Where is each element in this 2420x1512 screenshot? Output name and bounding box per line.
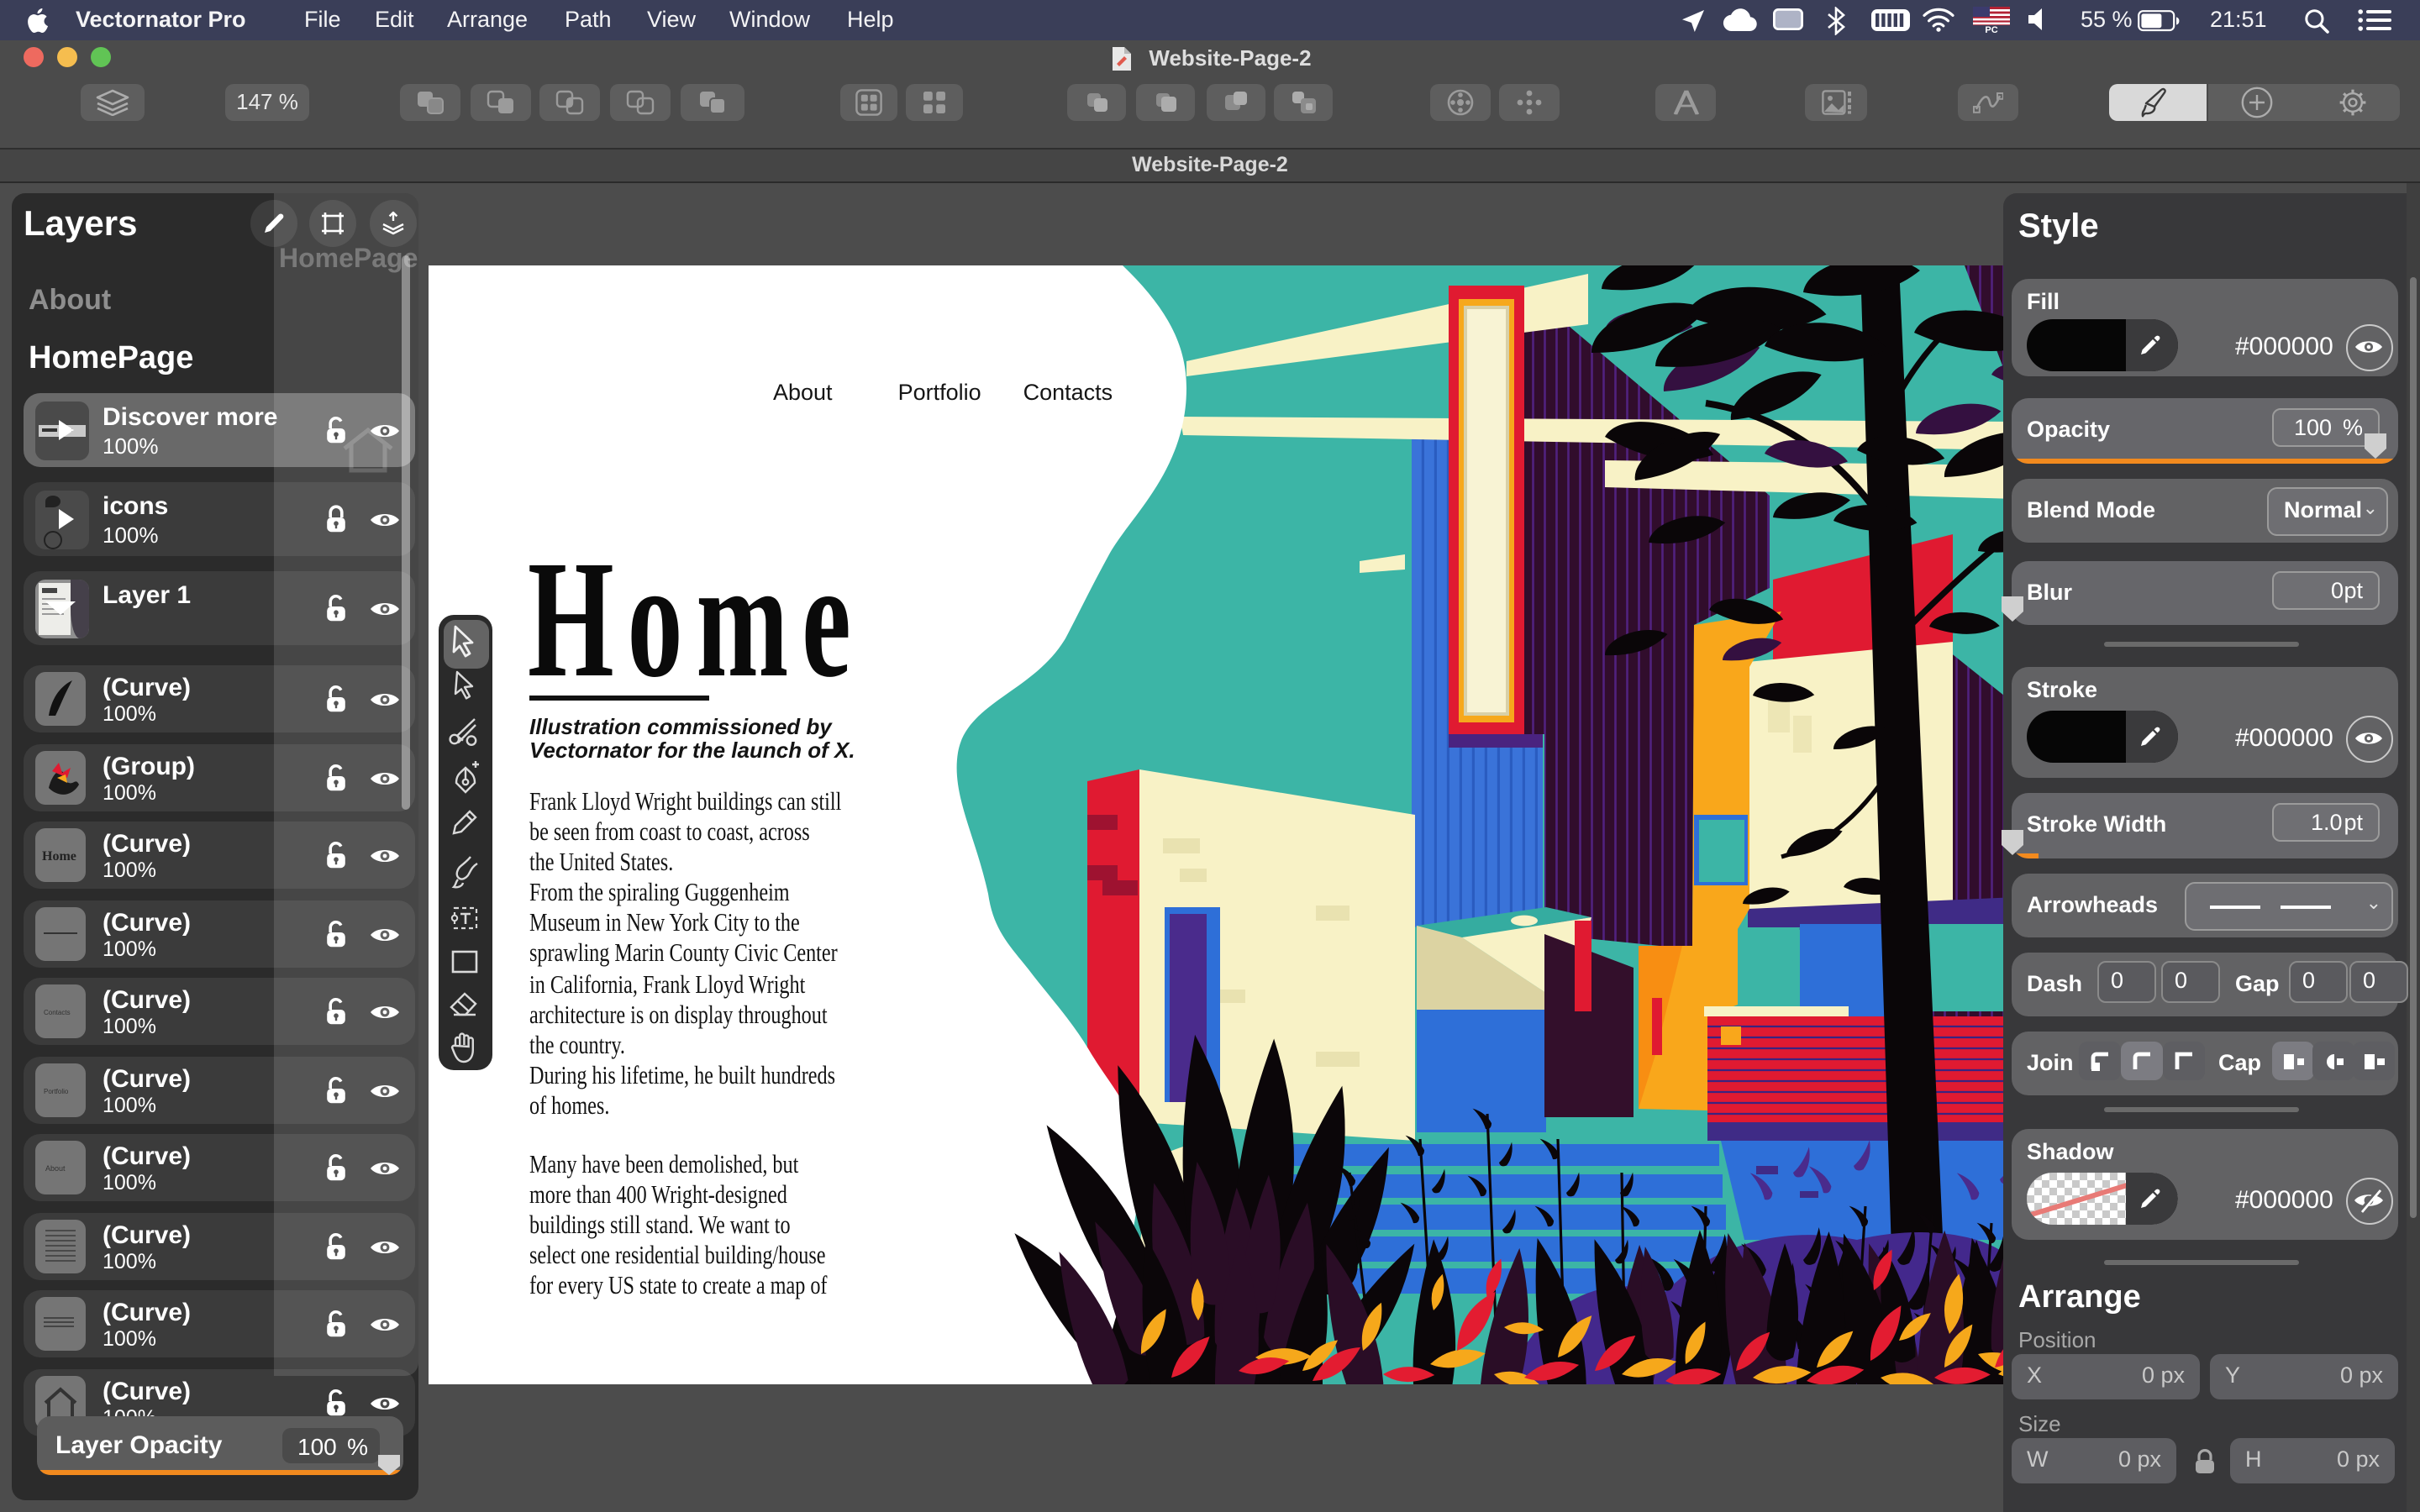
svg-text:PC: PC (1985, 25, 1997, 34)
